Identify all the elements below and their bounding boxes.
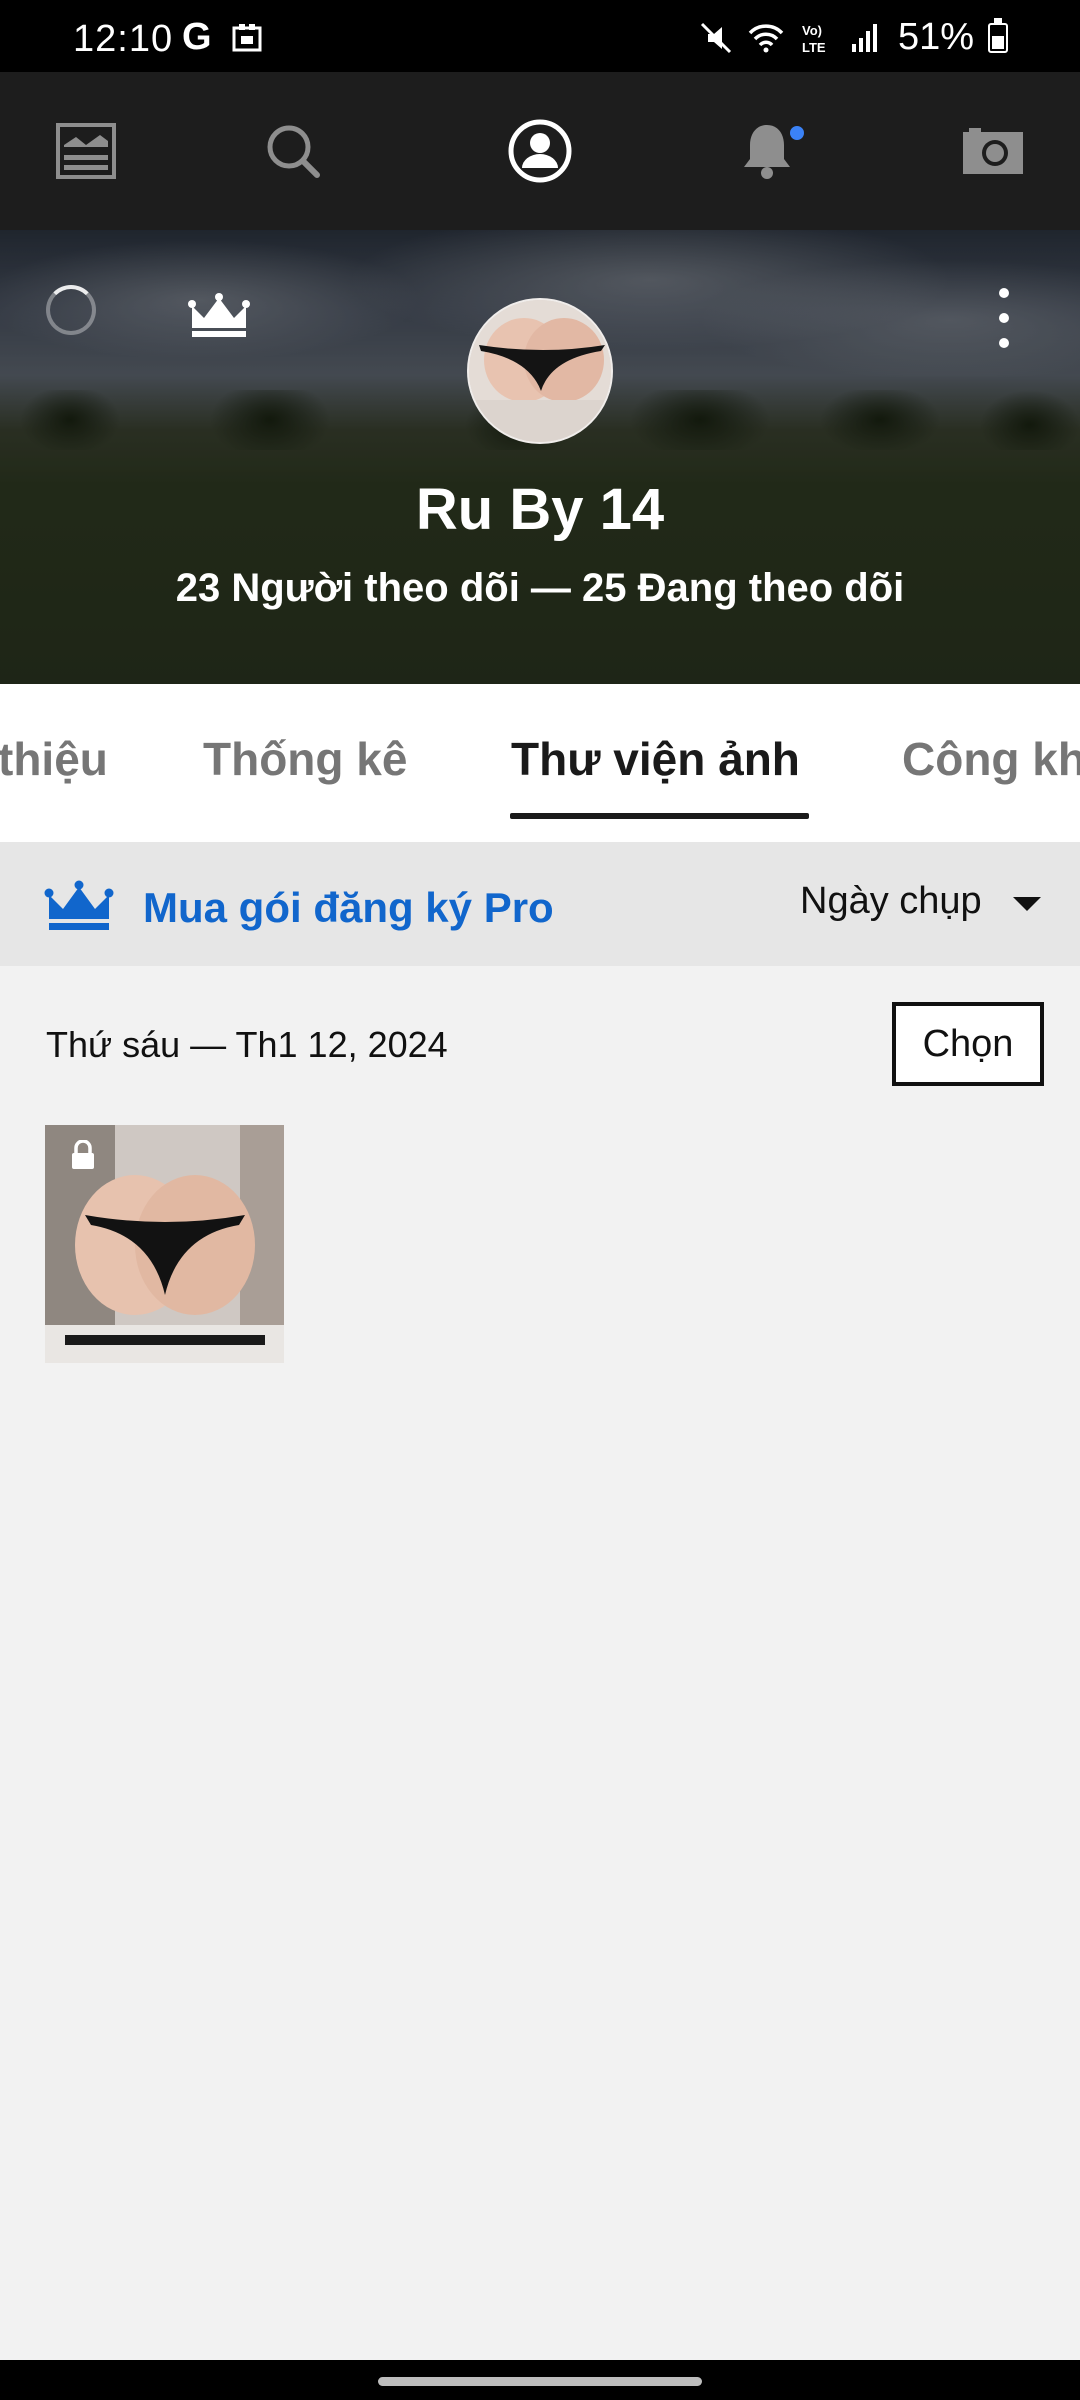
status-bar: 12:10 G Vo) LTE 51% [0,0,1080,72]
gallery-notification-icon [232,24,262,52]
follow-counts[interactable]: 23 Người theo dõi — 25 Đang theo dõi [0,566,1080,611]
profile-tabs: thiệu Thống kê Thư viện ảnh Công kh [0,684,1080,842]
mute-icon [700,22,731,53]
volte-icon: Vo) LTE [802,23,826,55]
wifi-icon [748,23,784,52]
sort-dropdown[interactable]: Ngày chụp [800,880,982,923]
lock-icon [72,1140,94,1169]
tab-public[interactable]: Công kh [902,732,1080,786]
pro-subscription-bar: Mua gói đăng ký Pro Ngày chụp [0,842,1080,966]
crown-icon [44,880,114,930]
dropdown-arrow-icon[interactable] [1013,897,1041,911]
top-navigation [0,72,1080,230]
tab-statistics[interactable]: Thống kê [203,732,407,786]
battery-percent: 51% [897,16,974,58]
loading-spinner-icon [46,285,96,335]
more-options-icon[interactable] [984,288,1024,348]
svg-text:Vo): Vo) [802,23,822,38]
feed-icon[interactable] [53,118,119,184]
status-time: 12:10 [73,18,174,60]
battery-icon [988,17,1008,53]
select-button[interactable]: Chọn [892,1002,1044,1086]
tab-introduction[interactable]: thiệu [0,732,108,786]
photo-thumbnail[interactable] [45,1125,284,1363]
date-header: Thứ sáu — Th1 12, 2024 [46,1024,448,1065]
avatar[interactable] [467,298,613,444]
profile-header: Ru By 14 23 Người theo dõi — 25 Đang the… [0,230,1080,684]
status-right: Vo) LTE 51% [698,16,1008,59]
camera-icon[interactable] [960,118,1026,184]
profile-icon[interactable] [507,118,573,184]
tab-photo-library[interactable]: Thư viện ảnh [511,732,800,786]
profile-name: Ru By 14 [415,477,665,542]
notifications-icon[interactable] [734,118,800,184]
notification-dot [790,126,804,140]
home-indicator[interactable] [378,2377,702,2386]
active-tab-indicator [510,813,809,819]
svg-text:LTE: LTE [802,40,826,55]
google-icon: G [182,16,212,58]
search-icon[interactable] [260,118,326,184]
buy-pro-link[interactable]: Mua gói đăng ký Pro [143,884,554,932]
crown-icon[interactable] [188,292,250,338]
signal-icon [851,23,877,52]
